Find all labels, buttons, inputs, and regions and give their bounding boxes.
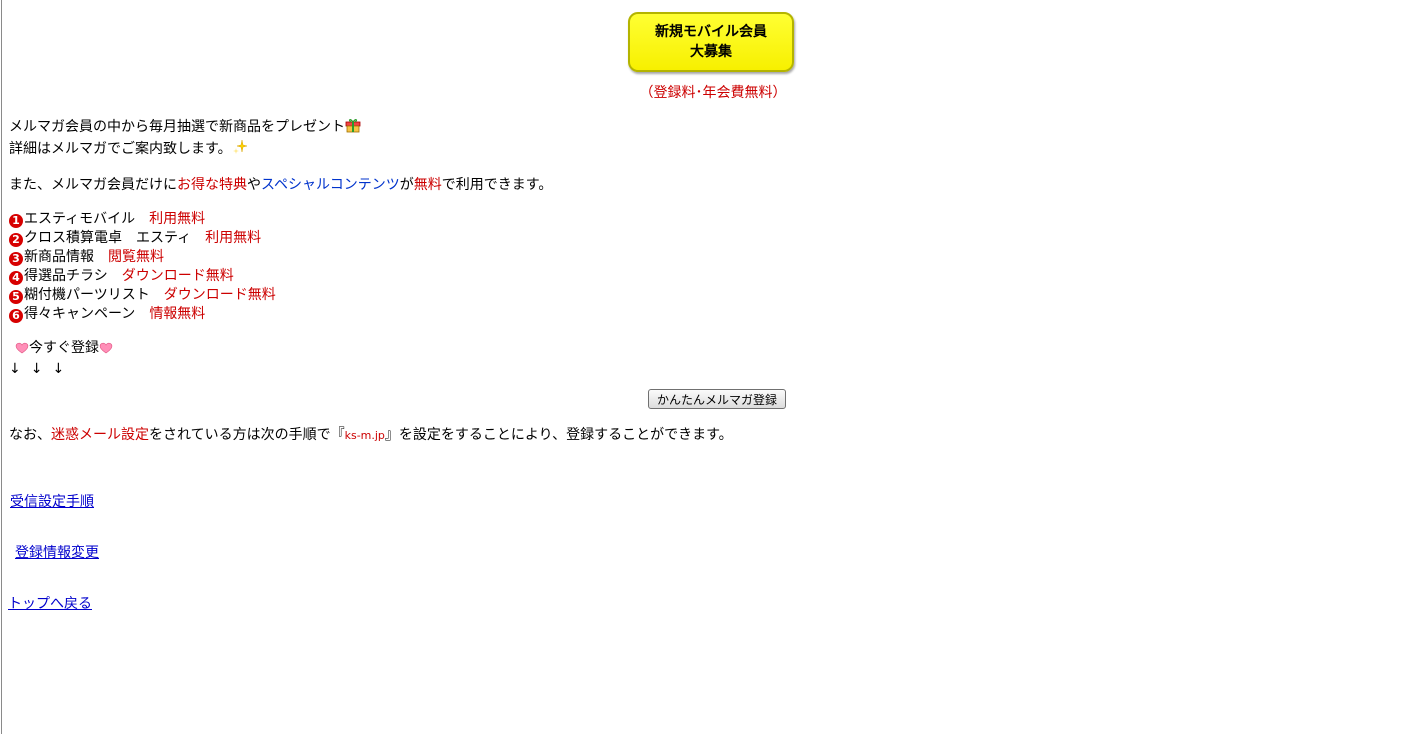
benefit-list: 1 エスティモバイル 利用無料 2 クロス積算電卓 エスティ 利用無料 3 新商品情報…: [9, 210, 552, 324]
benefit-item: 2 クロス積算電卓 エスティ 利用無料: [9, 229, 552, 248]
down-arrows: ↓↓↓: [9, 361, 75, 377]
benefits-description: また、メルマガ会員だけにお得な特典やスペシャルコンテンツが無料で利用できます。: [9, 176, 552, 195]
spam-setting-text: 迷惑メール設定: [51, 427, 149, 443]
sparkle-icon: [232, 139, 248, 161]
benefits-mid2: が: [399, 177, 414, 193]
benefit-status: 閲覧無料: [108, 249, 164, 265]
benefit-label: 得選品チラシ: [24, 268, 122, 284]
domain-text: ks-m.jp: [344, 429, 385, 442]
benefit-item: 1 エスティモバイル 利用無料: [9, 210, 552, 229]
benefit-status: 利用無料: [149, 211, 206, 227]
gift-icon: [345, 117, 361, 139]
change-registration-link[interactable]: 登録情報変更: [15, 542, 99, 562]
fee-note: （登録料･年会費無料）: [0, 82, 1426, 102]
free-text: 無料: [413, 177, 442, 193]
main-content: メルマガ会員の中から毎月抽選で新商品をプレゼント 詳細はメルマガでご案内致します…: [9, 117, 552, 379]
intro-line-1: メルマガ会員の中から毎月抽選で新商品をプレゼント: [9, 117, 552, 139]
benefits-suffix: で利用できます。: [441, 177, 553, 193]
benefit-label: 糊付機パーツリスト: [24, 287, 164, 303]
number-4-icon: 4: [9, 271, 23, 285]
left-frame-border: [1, 0, 2, 734]
register-now-text: 今すぐ登録: [29, 340, 99, 356]
fee-note-text: （登録料･年会費無料）: [639, 85, 787, 101]
number-3-icon: 3: [9, 252, 23, 266]
intro-line-2: 詳細はメルマガでご案内致します。: [9, 139, 552, 161]
special-contents-text: スペシャルコンテンツ: [261, 177, 400, 193]
benefits-mid: や: [247, 177, 261, 193]
benefit-label: 得々キャンペーン: [24, 306, 150, 322]
benefit-status: ダウンロード無料: [163, 287, 276, 303]
mobile-member-recruit-banner: 新規モバイル会員 大募集: [628, 12, 794, 72]
number-1-icon: 1: [9, 214, 23, 228]
benefit-status: 情報無料: [149, 306, 206, 322]
benefit-label: エスティモバイル: [24, 211, 150, 227]
number-5-icon: 5: [9, 290, 23, 304]
register-now-line: 今すぐ登録: [9, 339, 552, 360]
banner-line-1: 新規モバイル会員: [655, 24, 767, 40]
banner-line-2: 大募集: [690, 44, 732, 60]
benefit-label: クロス積算電卓 エスティ: [24, 230, 206, 246]
receive-settings-link[interactable]: 受信設定手順: [10, 491, 94, 511]
benefit-item: 6 得々キャンペーン 情報無料: [9, 305, 552, 324]
spam-notice: なお、迷惑メール設定をされている方は次の手順で『ks-m.jp』を設定をすること…: [9, 424, 733, 444]
benefit-item: 5 糊付機パーツリスト ダウンロード無料: [9, 286, 552, 305]
benefit-item: 3 新商品情報 閲覧無料: [9, 248, 552, 267]
benefit-status: ダウンロード無料: [121, 268, 234, 284]
special-offers-text: お得な特典: [177, 177, 247, 193]
benefit-item: 4 得選品チラシ ダウンロード無料: [9, 267, 552, 286]
benefits-prefix: また、メルマガ会員だけに: [9, 177, 177, 193]
notice-middle: をされている方は次の手順で『: [149, 427, 345, 443]
benefit-label: 新商品情報: [24, 249, 108, 265]
easy-mailmag-register-button[interactable]: かんたんメルマガ登録: [648, 389, 787, 409]
number-2-icon: 2: [9, 233, 23, 247]
number-6-icon: 6: [9, 309, 23, 323]
heart-icon: [99, 341, 113, 360]
register-button-row: かんたんメルマガ登録: [648, 389, 787, 409]
benefit-status: 利用無料: [205, 230, 262, 246]
intro-line-2-text: 詳細はメルマガでご案内致します。: [9, 141, 232, 157]
notice-prefix: なお、: [9, 427, 51, 443]
intro-line-1-text: メルマガ会員の中から毎月抽選で新商品をプレゼント: [9, 119, 345, 135]
back-to-top-link[interactable]: トップへ戻る: [8, 593, 92, 613]
notice-suffix: 』を設定をすることにより、登録することができます。: [384, 427, 733, 443]
heart-icon: [15, 341, 29, 360]
